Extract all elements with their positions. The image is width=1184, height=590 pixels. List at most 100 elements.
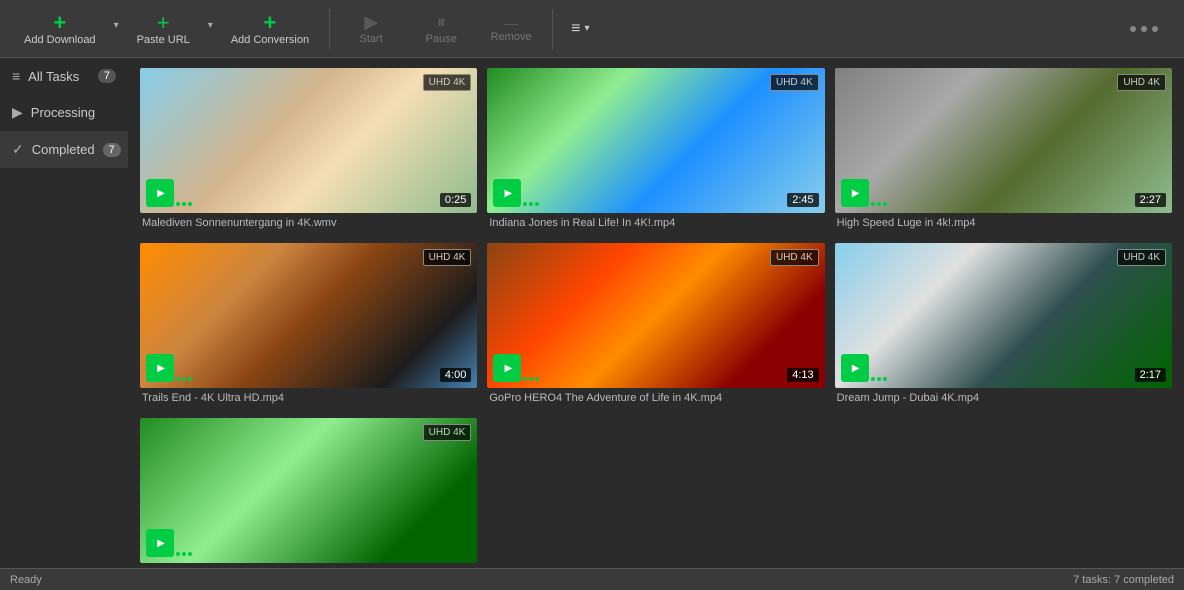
toolbar-divider-1 xyxy=(329,9,330,49)
play-button[interactable] xyxy=(146,529,174,557)
paste-url-label: Paste URL xyxy=(137,34,190,46)
video-thumbnail: UHD 4K 2:45 xyxy=(487,68,824,213)
video-card[interactable]: UHD 4K 2:27 High Speed Luge in 4k!.mp4 xyxy=(835,68,1172,233)
video-card[interactable]: UHD 4K 0:25 Malediven Sonnenuntergang in… xyxy=(140,68,477,233)
uhd-badge: UHD 4K xyxy=(423,424,472,441)
play-dot-3 xyxy=(188,552,192,556)
remove-label: Remove xyxy=(491,31,532,43)
play-dots xyxy=(523,377,539,381)
play-dot-3 xyxy=(188,377,192,381)
video-thumbnail: UHD 4K 4:00 xyxy=(140,243,477,388)
duration-badge: 0:25 xyxy=(440,193,471,207)
add-download-label: Add Download xyxy=(24,34,96,46)
video-card[interactable]: UHD 4K UHD 4K bird video xyxy=(140,418,477,568)
start-label: Start xyxy=(359,33,382,45)
video-thumbnail: UHD 4K xyxy=(140,418,477,563)
play-button[interactable] xyxy=(146,354,174,382)
main-layout: ≡ All Tasks 7 ▶ Processing ✓ Completed 7… xyxy=(0,58,1184,568)
video-title: Malediven Sonnenuntergang in 4K.wmv xyxy=(140,213,477,233)
play-dot-2 xyxy=(182,377,186,381)
play-button[interactable] xyxy=(841,354,869,382)
play-dots xyxy=(871,202,887,206)
all-tasks-label: All Tasks xyxy=(28,69,79,84)
play-dot-3 xyxy=(535,202,539,206)
processing-label: Processing xyxy=(31,105,95,120)
play-dot-1 xyxy=(176,552,180,556)
remove-icon: — xyxy=(504,15,518,31)
add-conversion-button[interactable]: + Add Conversion xyxy=(217,6,323,52)
play-dots xyxy=(176,377,192,381)
statusbar-tasks: 7 tasks: 7 completed xyxy=(1073,574,1174,586)
toolbar-dots xyxy=(1130,26,1174,32)
uhd-badge: UHD 4K xyxy=(770,74,819,91)
sidebar-item-processing[interactable]: ▶ Processing xyxy=(0,94,128,131)
uhd-badge: UHD 4K xyxy=(423,249,472,266)
video-card[interactable]: UHD 4K 2:17 Dream Jump - Dubai 4K.mp4 xyxy=(835,243,1172,408)
sidebar-item-all-tasks[interactable]: ≡ All Tasks 7 xyxy=(0,58,128,94)
play-dots xyxy=(176,552,192,556)
start-button[interactable]: ▶ Start xyxy=(336,6,406,51)
conversion-plus-icon: + xyxy=(264,12,277,34)
play-button[interactable] xyxy=(841,179,869,207)
play-dot-1 xyxy=(523,377,527,381)
remove-button[interactable]: — Remove xyxy=(476,9,546,49)
toolbar: + Add Download ▾ + Paste URL ▾ + Add Con… xyxy=(0,0,1184,58)
add-download-button[interactable]: + Add Download xyxy=(10,6,110,52)
play-dots xyxy=(523,202,539,206)
video-thumbnail: UHD 4K 0:25 xyxy=(140,68,477,213)
video-card[interactable]: UHD 4K 4:00 Trails End - 4K Ultra HD.mp4 xyxy=(140,243,477,408)
play-button[interactable] xyxy=(493,179,521,207)
completed-icon: ✓ xyxy=(12,141,24,158)
play-dots xyxy=(871,377,887,381)
uhd-badge: UHD 4K xyxy=(1117,249,1166,266)
play-dot-1 xyxy=(871,202,875,206)
video-card[interactable]: UHD 4K 4:13 GoPro HERO4 The Adventure of… xyxy=(487,243,824,408)
paste-url-button[interactable]: + Paste URL xyxy=(123,6,204,52)
video-title: GoPro HERO4 The Adventure of Life in 4K.… xyxy=(487,388,824,408)
video-title: Dream Jump - Dubai 4K.mp4 xyxy=(835,388,1172,408)
add-download-arrow[interactable]: ▾ xyxy=(110,20,123,37)
duration-badge: 2:27 xyxy=(1135,193,1166,207)
play-dot-1 xyxy=(176,377,180,381)
video-thumbnail: UHD 4K 4:13 xyxy=(487,243,824,388)
processing-icon: ▶ xyxy=(12,104,23,121)
add-conversion-group: + Add Conversion xyxy=(217,6,323,52)
play-dot-2 xyxy=(529,202,533,206)
video-title: Trails End - 4K Ultra HD.mp4 xyxy=(140,388,477,408)
completed-badge: 7 xyxy=(103,143,121,157)
add-conversion-label: Add Conversion xyxy=(231,34,309,46)
uhd-badge: UHD 4K xyxy=(423,74,472,91)
video-thumbnail: UHD 4K 2:27 xyxy=(835,68,1172,213)
sidebar-item-completed[interactable]: ✓ Completed 7 xyxy=(0,131,128,168)
menu-button[interactable]: ≡ ▾ xyxy=(559,12,601,46)
video-thumbnail: UHD 4K 2:17 xyxy=(835,243,1172,388)
start-icon: ▶ xyxy=(364,12,378,33)
statusbar-ready: Ready xyxy=(10,574,42,586)
play-button[interactable] xyxy=(493,354,521,382)
content-area: UHD 4K 0:25 Malediven Sonnenuntergang in… xyxy=(128,58,1184,568)
paste-url-group: + Paste URL ▾ xyxy=(123,6,217,52)
sidebar: ≡ All Tasks 7 ▶ Processing ✓ Completed 7 xyxy=(0,58,128,568)
play-button[interactable] xyxy=(146,179,174,207)
video-title: High Speed Luge in 4k!.mp4 xyxy=(835,213,1172,233)
uhd-badge: UHD 4K xyxy=(770,249,819,266)
menu-icon: ≡ xyxy=(571,20,580,38)
play-dot-3 xyxy=(188,202,192,206)
plus-icon: + xyxy=(53,12,66,34)
toolbar-divider-2 xyxy=(552,9,553,49)
play-dot-2 xyxy=(877,202,881,206)
paste-url-arrow[interactable]: ▾ xyxy=(204,20,217,37)
pause-button[interactable]: ⏸ Pause xyxy=(406,6,476,51)
pause-label: Pause xyxy=(426,33,457,45)
duration-badge: 4:00 xyxy=(440,368,471,382)
pause-icon: ⏸ xyxy=(437,12,446,33)
video-card[interactable]: UHD 4K 2:45 Indiana Jones in Real Life! … xyxy=(487,68,824,233)
dot-1 xyxy=(1130,26,1136,32)
completed-label: Completed xyxy=(32,142,95,157)
paste-icon: + xyxy=(157,12,170,34)
play-dot-2 xyxy=(182,202,186,206)
play-dot-3 xyxy=(883,202,887,206)
play-dot-1 xyxy=(523,202,527,206)
play-dot-3 xyxy=(883,377,887,381)
play-dot-1 xyxy=(176,202,180,206)
